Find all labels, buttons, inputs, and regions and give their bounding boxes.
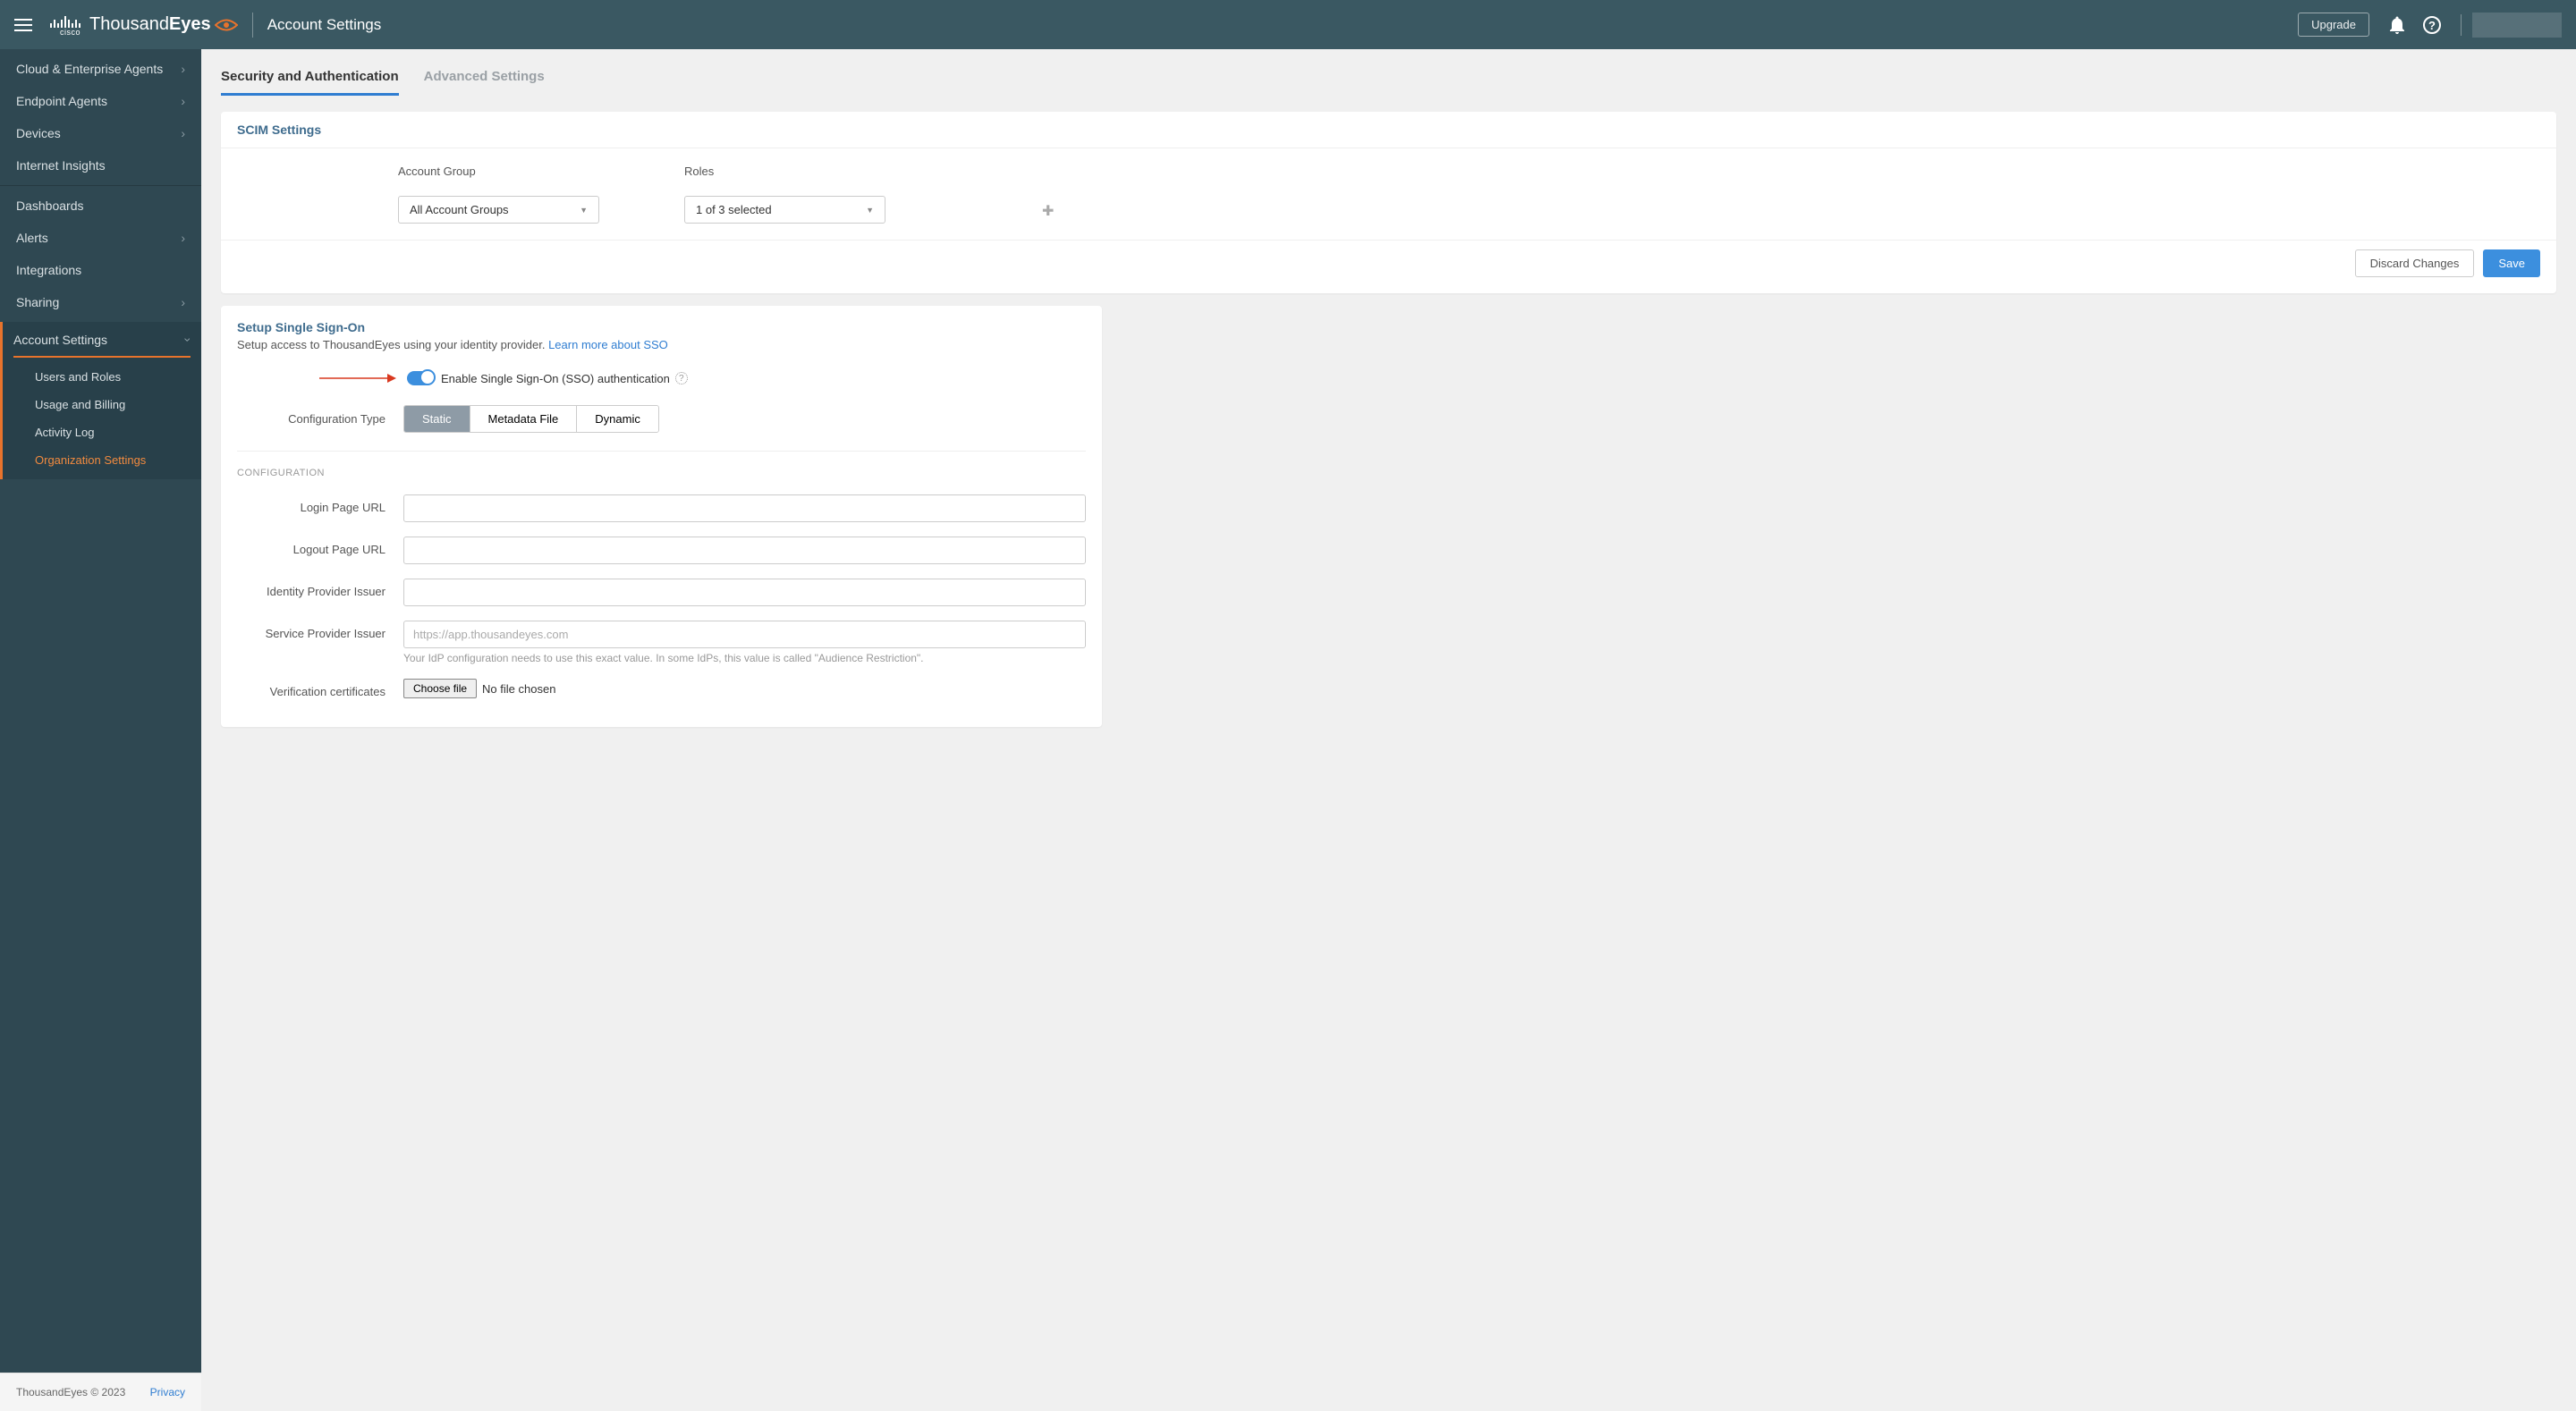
idp-issuer-label: Identity Provider Issuer <box>237 579 403 598</box>
add-row-icon[interactable]: ✚ <box>1042 202 1054 220</box>
sidebar-item-internet-insights[interactable]: Internet Insights <box>0 149 201 182</box>
segment-metadata-file[interactable]: Metadata File <box>470 406 578 432</box>
idp-issuer-input[interactable] <box>403 579 1086 606</box>
brand-text: ThousandEyes <box>89 14 238 35</box>
svg-text:?: ? <box>2428 19 2436 32</box>
sso-title: Setup Single Sign-On <box>237 320 1086 334</box>
scim-settings-panel: SCIM Settings Account Group All Account … <box>221 112 2556 293</box>
logout-url-input[interactable] <box>403 537 1086 564</box>
divider <box>2461 14 2462 36</box>
sidebar-subitem-activity-log[interactable]: Activity Log <box>3 418 201 446</box>
roles-select[interactable]: 1 of 3 selected ▼ <box>684 196 886 224</box>
chevron-right-icon: › <box>181 94 185 108</box>
sidebar-subitem-organization-settings[interactable]: Organization Settings <box>3 446 201 474</box>
login-url-label: Login Page URL <box>237 494 403 514</box>
cisco-logo-icon: cisco <box>50 13 80 37</box>
sidebar-item-cloud-agents[interactable]: Cloud & Enterprise Agents › <box>0 53 201 85</box>
main-content: Security and Authentication Advanced Set… <box>201 49 2576 1411</box>
tab-security-auth[interactable]: Security and Authentication <box>221 69 399 96</box>
user-menu[interactable] <box>2472 13 2562 38</box>
sidebar-item-devices[interactable]: Devices › <box>0 117 201 149</box>
segment-static[interactable]: Static <box>404 406 470 432</box>
sp-issuer-help-text: Your IdP configuration needs to use this… <box>403 652 1086 664</box>
sidebar-item-integrations[interactable]: Integrations <box>0 254 201 286</box>
config-type-label: Configuration Type <box>237 412 403 426</box>
notifications-icon[interactable] <box>2389 16 2405 34</box>
upgrade-button[interactable]: Upgrade <box>2298 13 2369 37</box>
caret-down-icon: ▼ <box>866 206 874 215</box>
copyright-text: ThousandEyes © 2023 <box>16 1386 125 1398</box>
app-header: cisco ThousandEyes Account Settings Upgr… <box>0 0 2576 49</box>
chevron-right-icon: › <box>181 295 185 309</box>
callout-arrow-icon <box>318 372 396 384</box>
sso-description: Setup access to ThousandEyes using your … <box>237 338 1086 351</box>
sso-panel: Setup Single Sign-On Setup access to Tho… <box>221 306 1102 727</box>
scim-panel-title: SCIM Settings <box>221 112 2556 148</box>
discard-changes-button[interactable]: Discard Changes <box>2355 249 2475 277</box>
login-url-input[interactable] <box>403 494 1086 522</box>
help-tooltip-icon[interactable]: ? <box>675 372 688 384</box>
caret-down-icon: ▼ <box>580 206 588 215</box>
chevron-right-icon: › <box>181 231 185 245</box>
no-file-chosen-text: No file chosen <box>482 682 555 696</box>
hamburger-menu-icon[interactable] <box>14 19 32 31</box>
divider <box>252 13 253 38</box>
sidebar-subitem-users-roles[interactable]: Users and Roles <box>3 363 201 391</box>
enable-sso-label: Enable Single Sign-On (SSO) authenticati… <box>441 372 670 385</box>
learn-more-sso-link[interactable]: Learn more about SSO <box>548 338 668 351</box>
sp-issuer-label: Service Provider Issuer <box>237 621 403 640</box>
sidebar-item-sharing[interactable]: Sharing › <box>0 286 201 318</box>
sidebar-item-dashboards[interactable]: Dashboards <box>0 190 201 222</box>
privacy-link[interactable]: Privacy <box>150 1386 185 1398</box>
sidebar-item-account-settings[interactable]: Account Settings › <box>13 324 191 358</box>
sidebar: Cloud & Enterprise Agents › Endpoint Age… <box>0 49 201 1411</box>
sidebar-footer: ThousandEyes © 2023 Privacy <box>0 1373 201 1411</box>
verification-cert-label: Verification certificates <box>237 679 403 698</box>
segment-dynamic[interactable]: Dynamic <box>577 406 658 432</box>
page-title: Account Settings <box>267 16 382 34</box>
sidebar-subitem-usage-billing[interactable]: Usage and Billing <box>3 391 201 418</box>
enable-sso-toggle[interactable] <box>407 371 434 385</box>
sidebar-item-alerts[interactable]: Alerts › <box>0 222 201 254</box>
chevron-right-icon: › <box>181 62 185 76</box>
save-button[interactable]: Save <box>2483 249 2540 277</box>
account-group-label: Account Group <box>398 165 684 178</box>
sidebar-item-endpoint-agents[interactable]: Endpoint Agents › <box>0 85 201 117</box>
tab-advanced-settings[interactable]: Advanced Settings <box>424 69 545 96</box>
account-group-select[interactable]: All Account Groups ▼ <box>398 196 599 224</box>
eye-icon <box>215 18 238 32</box>
config-type-segment: Static Metadata File Dynamic <box>403 405 659 433</box>
configuration-section-label: CONFIGURATION <box>237 468 1086 478</box>
roles-label: Roles <box>684 165 970 178</box>
sp-issuer-input[interactable] <box>403 621 1086 648</box>
help-icon[interactable]: ? <box>2423 16 2441 34</box>
brand-logo[interactable]: cisco ThousandEyes <box>50 13 238 37</box>
tab-bar: Security and Authentication Advanced Set… <box>221 69 2556 96</box>
chevron-down-icon: › <box>182 338 196 342</box>
chevron-right-icon: › <box>181 126 185 140</box>
choose-file-button[interactable]: Choose file <box>403 679 477 698</box>
logout-url-label: Logout Page URL <box>237 537 403 556</box>
